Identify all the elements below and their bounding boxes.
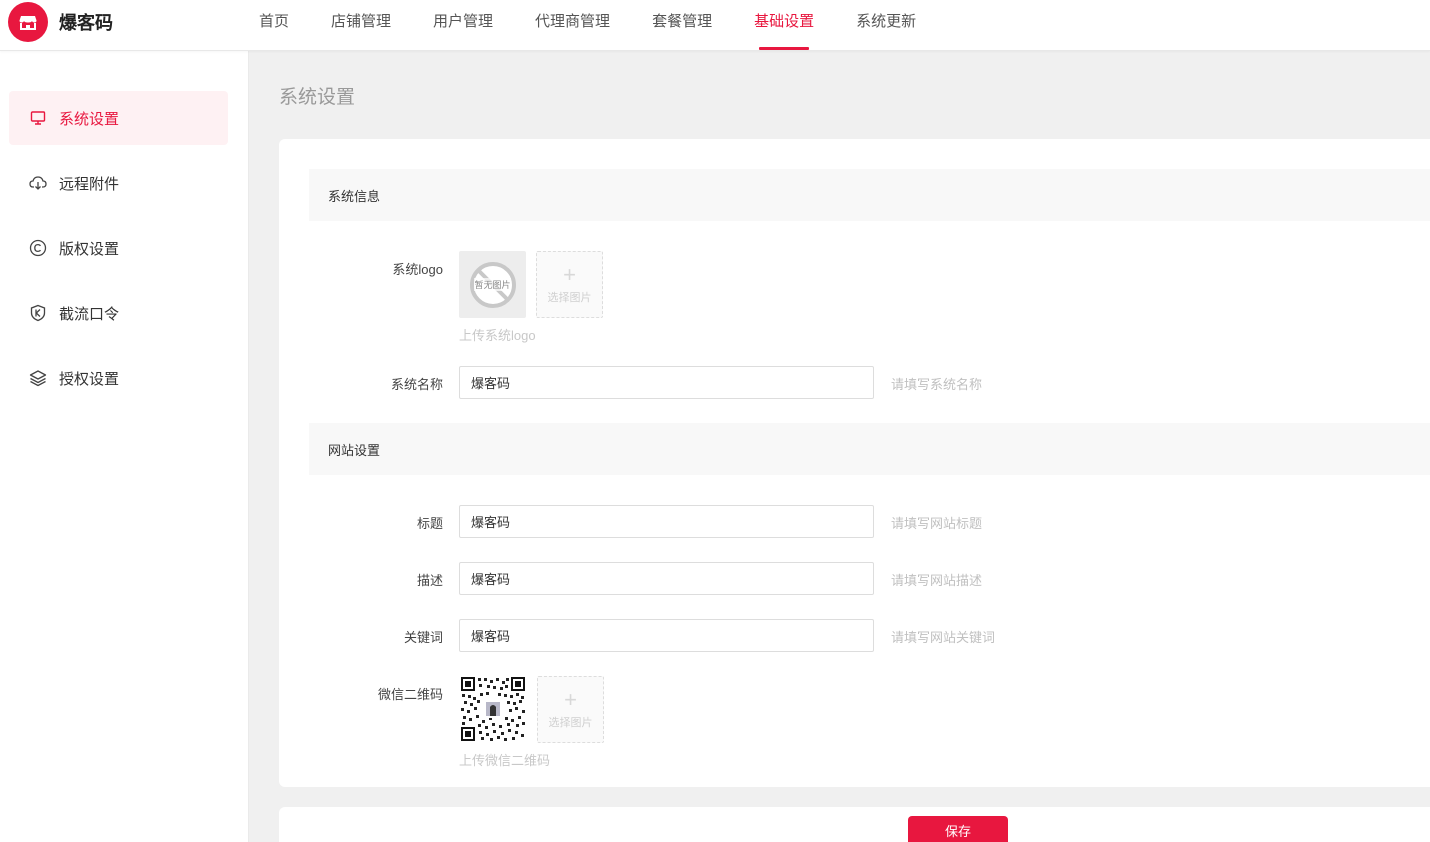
plus-icon: + [564,686,577,712]
logo-select-image-button[interactable]: + 选择图片 [536,251,603,318]
system-name-input[interactable] [459,366,874,399]
site-title-hint: 请填写网站标题 [891,516,983,531]
qr-upload-hint: 上传微信二维码 [459,753,551,768]
main-nav: 首页 店铺管理 用户管理 代理商管理 套餐管理 基础设置 系统更新 [238,0,937,51]
action-bar: 保存 [279,807,1430,842]
wechat-qr-label: 微信二维码 [377,687,443,702]
section-header-system-info: 系统信息 [309,169,1430,221]
sidebar-item-label: 版权设置 [59,240,120,258]
plus-icon: + [563,261,576,287]
nav-basic-settings[interactable]: 基础设置 [733,0,835,50]
site-description-input[interactable] [459,562,874,595]
layers-icon [29,369,47,387]
nav-home[interactable]: 首页 [238,0,310,44]
cloud-download-icon [29,174,47,192]
sidebar-item-label: 授权设置 [59,370,120,388]
sidebar-item-copyright-settings[interactable]: 版权设置 [9,221,228,275]
site-title-label: 标题 [416,516,443,531]
nav-system-update[interactable]: 系统更新 [835,0,937,44]
system-name-hint: 请填写系统名称 [891,377,983,392]
sidebar-item-remote-attachments[interactable]: 远程附件 [9,156,228,210]
nav-user-management[interactable]: 用户管理 [412,0,514,44]
logo-preview: 暂无图片 [459,251,526,318]
system-name-label: 系统名称 [390,377,443,392]
section-header-site-settings: 网站设置 [309,423,1430,475]
system-logo-label: 系统logo [392,262,443,277]
app-logo[interactable]: 爆客码 [8,2,113,42]
nav-package-management[interactable]: 套餐管理 [631,0,733,44]
site-keywords-hint: 请填写网站关键词 [891,630,996,645]
monitor-icon [29,109,47,127]
shield-k-icon [29,304,47,322]
qr-code-preview [460,676,526,742]
logo-upload-hint: 上传系统logo [459,328,536,343]
site-keywords-label: 关键词 [403,630,443,645]
app-name: 爆客码 [59,13,113,33]
sidebar-item-label: 截流口令 [59,305,120,323]
nav-agent-management[interactable]: 代理商管理 [514,0,631,44]
top-header: 爆客码 首页 店铺管理 用户管理 代理商管理 套餐管理 基础设置 系统更新 [0,0,1430,51]
select-image-label: 选择图片 [547,291,592,304]
sidebar-item-license-settings[interactable]: 授权设置 [9,351,228,405]
sidebar-item-label: 远程附件 [59,175,120,193]
store-icon [8,2,48,42]
site-title-input[interactable] [459,505,874,538]
copyright-icon [29,239,47,257]
nav-store-management[interactable]: 店铺管理 [310,0,412,44]
settings-card: 系统信息 系统logo 暂无图片 + 选择图片 上传系统logo 系统名称 请填… [279,139,1430,787]
save-button[interactable]: 保存 [908,816,1008,842]
sidebar-item-label: 系统设置 [59,110,120,128]
site-keywords-input[interactable] [459,619,874,652]
qr-select-image-button[interactable]: + 选择图片 [537,676,604,743]
page-title: 系统设置 [279,87,356,108]
select-image-label: 选择图片 [548,716,593,729]
sidebar-item-interception-code[interactable]: 截流口令 [9,286,228,340]
site-description-label: 描述 [416,573,443,588]
sidebar: 系统设置 远程附件 版权设置 截流口令 授权设置 [0,51,249,842]
qr-code-image [460,676,526,742]
site-description-hint: 请填写网站描述 [891,573,983,588]
sidebar-item-system-settings[interactable]: 系统设置 [9,91,228,145]
no-image-text: 暂无图片 [474,278,511,291]
